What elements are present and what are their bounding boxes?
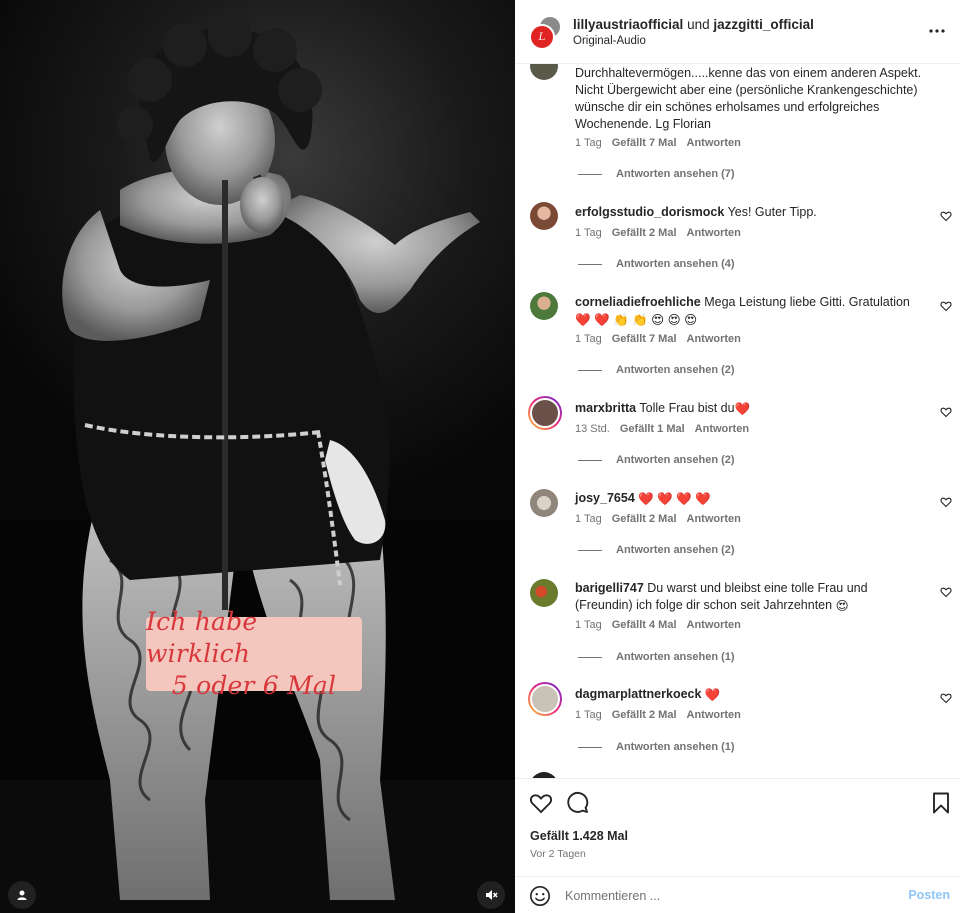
avatar-primary: L <box>529 24 555 50</box>
comment-time: 1 Tag <box>575 513 602 525</box>
comment-emoji: ❤️ ❤️ 👏 👏 😍 😍 😍 <box>575 313 698 327</box>
comment-username[interactable]: dagmarplattnerkoeck <box>575 687 701 701</box>
comment-meta: 1 Tag Gefällt 7 Mal Antworten <box>575 137 741 149</box>
comment-text: josy_7654 ❤️ ❤️ ❤️ ❤️ <box>575 490 925 508</box>
comment-time: 1 Tag <box>575 709 602 721</box>
comment-meta: 1 Tag Gefällt 2 Mal Antworten <box>575 709 741 721</box>
comment-emoji: ❤️ <box>734 402 751 416</box>
comment-time: 1 Tag <box>575 619 602 631</box>
view-replies-button[interactable]: Antworten ansehen (4) <box>578 258 735 270</box>
user-tag-icon[interactable] <box>8 881 36 909</box>
bookmark-icon[interactable] <box>929 791 953 815</box>
comment-time: 1 Tag <box>575 137 602 149</box>
comment-text: erfolgsstudio_dorismock Yes! Guter Tipp. <box>575 205 817 219</box>
heart-icon[interactable] <box>529 791 553 815</box>
comment-username[interactable]: marxbritta <box>575 401 636 415</box>
reply-button[interactable]: Antworten <box>695 423 749 435</box>
view-replies-button[interactable]: Antworten ansehen (1) <box>578 651 735 663</box>
comment-meta: 1 Tag Gefällt 2 Mal Antworten <box>575 227 741 239</box>
author-avatars[interactable]: L <box>529 14 565 50</box>
view-replies-button[interactable]: Antworten ansehen (1) <box>578 741 735 753</box>
comment-avatar[interactable] <box>530 579 558 607</box>
comment-emoji: 😍 <box>835 599 849 613</box>
comment-likes[interactable]: Gefällt 2 Mal <box>612 227 677 239</box>
comment-time: 13 Std. <box>575 423 610 435</box>
post-button[interactable]: Posten <box>908 888 950 902</box>
emoji-icon[interactable] <box>529 885 551 907</box>
comment-meta: 1 Tag Gefällt 7 Mal Antworten <box>575 333 741 345</box>
comment-like-heart-icon[interactable] <box>940 406 952 418</box>
author-joiner: und <box>687 17 710 32</box>
comment-likes[interactable]: Gefällt 2 Mal <box>612 513 677 525</box>
comment-likes[interactable]: Gefällt 4 Mal <box>612 619 677 631</box>
post-side-panel: L lillyaustriaofficial und jazzgitti_off… <box>515 0 960 913</box>
comment-likes[interactable]: Gefällt 7 Mal <box>612 333 677 345</box>
reply-button[interactable]: Antworten <box>687 709 741 721</box>
post-timestamp: Vor 2 Tagen <box>530 848 586 860</box>
audio-link[interactable]: Original-Audio <box>573 35 646 47</box>
comment-like-heart-icon[interactable] <box>940 586 952 598</box>
comment-composer: Posten <box>515 876 960 913</box>
comment-username[interactable]: barigelli747 <box>575 581 644 595</box>
comment-username[interactable]: corneliadiefroehliche <box>575 295 701 309</box>
comment-username[interactable]: erfolgsstudio_dorismock <box>575 205 724 219</box>
view-replies-button[interactable]: Antworten ansehen (2) <box>578 454 735 466</box>
comment-emoji: ❤️ ❤️ ❤️ ❤️ <box>638 492 711 506</box>
comment-avatar[interactable] <box>528 682 562 716</box>
reply-button[interactable]: Antworten <box>687 333 741 345</box>
comment-like-heart-icon[interactable] <box>940 300 952 312</box>
view-replies-button[interactable]: Antworten ansehen (2) <box>578 544 735 556</box>
post-media[interactable]: Ich habe wirklich 5 oder 6 Mal <box>0 0 515 913</box>
comment-input[interactable] <box>565 885 895 907</box>
post-header: L lillyaustriaofficial und jazzgitti_off… <box>515 0 960 64</box>
comment-time: 1 Tag <box>575 227 602 239</box>
more-horizontal-icon[interactable] <box>928 22 946 40</box>
comment-icon[interactable] <box>565 791 589 815</box>
comment-emoji: ❤️ <box>704 688 721 702</box>
comment-meta: 13 Std. Gefällt 1 Mal Antworten <box>575 423 749 435</box>
comment-avatar[interactable] <box>530 489 558 517</box>
performer-photo <box>0 13 515 913</box>
caption-overlay: Ich habe wirklich 5 oder 6 Mal <box>146 607 362 700</box>
comment-likes[interactable]: Gefällt 7 Mal <box>612 137 677 149</box>
caption-line-1: Ich habe wirklich <box>146 607 258 668</box>
author-link-2[interactable]: jazzgitti_official <box>713 17 814 32</box>
comment-text: marxbritta Tolle Frau bist du❤️ <box>575 401 751 416</box>
mute-icon[interactable] <box>477 881 505 909</box>
reply-button[interactable]: Antworten <box>687 137 741 149</box>
view-replies-button[interactable]: Antworten ansehen (7) <box>578 168 735 180</box>
comment-meta: 1 Tag Gefällt 2 Mal Antworten <box>575 513 741 525</box>
like-count[interactable]: Gefällt 1.428 Mal <box>530 829 628 843</box>
comment-avatar[interactable] <box>530 64 558 80</box>
reply-button[interactable]: Antworten <box>687 227 741 239</box>
comment-time: 1 Tag <box>575 333 602 345</box>
reply-button[interactable]: Antworten <box>687 513 741 525</box>
comment-username[interactable]: josy_7654 <box>575 491 635 505</box>
comment-text: dagmarplattnerkoeck ❤️ <box>575 686 925 704</box>
comment-text: Durchhaltevermögen.....kenne das von ein… <box>575 66 922 131</box>
comment-like-heart-icon[interactable] <box>940 210 952 222</box>
comment-meta: 1 Tag Gefällt 4 Mal Antworten <box>575 619 741 631</box>
comment-avatar[interactable] <box>530 202 558 230</box>
comment-like-heart-icon[interactable] <box>940 692 952 704</box>
comment-likes[interactable]: Gefällt 2 Mal <box>612 709 677 721</box>
comment-text: corneliadiefroehliche Mega Leistung lieb… <box>575 295 910 327</box>
comments-list[interactable]: Durchhaltevermögen.....kenne das von ein… <box>515 64 960 778</box>
caption-line-2: 5 oder 6 Mal <box>171 671 337 700</box>
post-authors: lillyaustriaofficial und jazzgitti_offic… <box>573 17 814 32</box>
comment-likes[interactable]: Gefällt 1 Mal <box>620 423 685 435</box>
view-replies-button[interactable]: Antworten ansehen (2) <box>578 364 735 376</box>
comment-text: barigelli747 Du warst und bleibst eine t… <box>575 581 868 613</box>
comment-avatar[interactable] <box>530 292 558 320</box>
author-link-1[interactable]: lillyaustriaofficial <box>573 17 683 32</box>
comment-avatar[interactable] <box>528 396 562 430</box>
post-actions: Gefällt 1.428 Mal Vor 2 Tagen <box>515 778 960 876</box>
reply-button[interactable]: Antworten <box>687 619 741 631</box>
comment-like-heart-icon[interactable] <box>940 496 952 508</box>
